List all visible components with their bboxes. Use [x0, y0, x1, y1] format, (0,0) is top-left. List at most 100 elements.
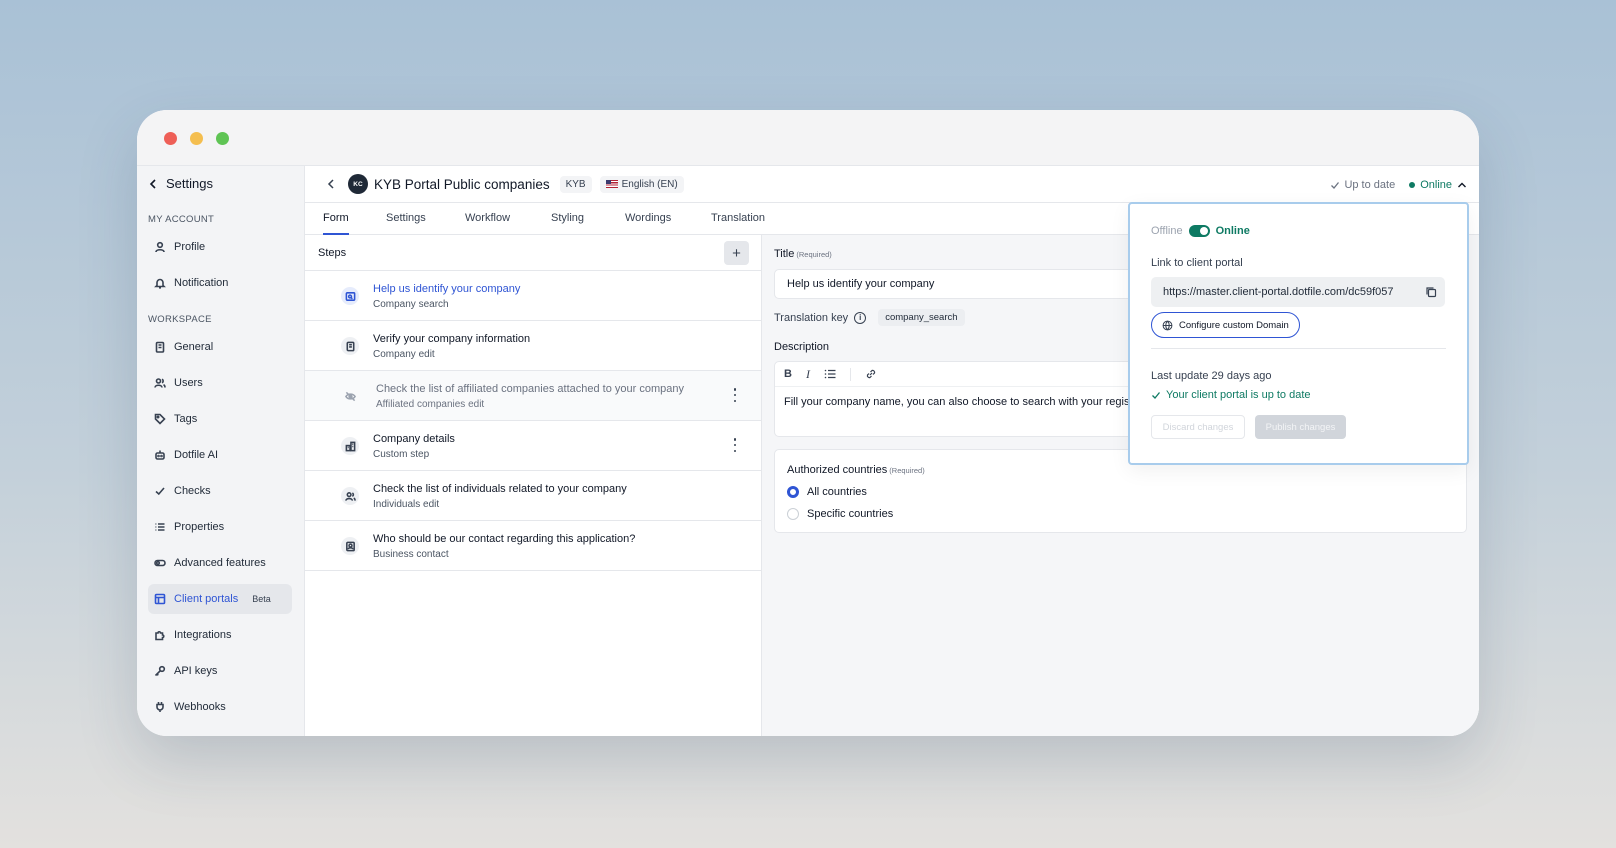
- sidebar-item-label: Webhooks: [174, 701, 226, 713]
- tab-form[interactable]: Form: [323, 203, 349, 235]
- sidebar-item-label: Profile: [174, 241, 206, 253]
- sidebar-item-client-portals[interactable]: Client portals Beta: [148, 584, 292, 614]
- sidebar-item-label: API keys: [174, 665, 218, 677]
- settings-back-link[interactable]: Settings: [149, 176, 213, 191]
- users-icon: [154, 378, 166, 388]
- section-workspace: WORKSPACE: [148, 314, 212, 325]
- language-label: English (EN): [621, 178, 678, 190]
- puzzle-icon: [155, 631, 165, 641]
- configure-custom-domain-button[interactable]: Configure custom Domain: [1151, 312, 1300, 338]
- sidebar-item-integrations[interactable]: Integrations: [148, 620, 292, 650]
- link-icon[interactable]: [865, 368, 877, 380]
- sidebar-item-profile[interactable]: Profile: [148, 232, 292, 262]
- info-icon[interactable]: i: [854, 311, 867, 324]
- description-label: Description: [774, 341, 830, 353]
- portal-link-label: Link to client portal: [1151, 257, 1243, 269]
- close-window-button[interactable]: [164, 132, 177, 145]
- sidebar-item-tags[interactable]: Tags: [148, 404, 292, 434]
- sidebar-item-dotfile-ai[interactable]: Dotfile AI: [148, 440, 292, 470]
- toggle-icon: [154, 559, 166, 567]
- discard-changes-button[interactable]: Discard changes: [1151, 415, 1245, 439]
- list-icon: [155, 523, 165, 531]
- sidebar-item-label: General: [174, 341, 214, 353]
- layout-icon: [154, 593, 166, 605]
- step-title: Who should be our contact regarding this…: [373, 533, 636, 545]
- step-business-contact[interactable]: Who should be our contact regarding this…: [305, 521, 761, 571]
- sync-status: Up to date: [1330, 179, 1395, 191]
- tab-translation[interactable]: Translation: [711, 203, 765, 235]
- back-arrow-icon[interactable]: [327, 179, 336, 189]
- bold-button[interactable]: B: [784, 368, 792, 380]
- minimize-window-button[interactable]: [190, 132, 203, 145]
- status-dot: [1409, 181, 1416, 188]
- contact-icon: [341, 537, 359, 555]
- add-step-button[interactable]: +: [724, 241, 749, 265]
- step-title: Check the list of individuals related to…: [373, 483, 627, 495]
- steps-header: Steps +: [305, 235, 761, 271]
- globe-icon: [1162, 320, 1173, 330]
- step-affiliated-companies-edit[interactable]: Check the list of affiliated companies a…: [305, 371, 761, 421]
- sidebar-item-webhooks[interactable]: Webhooks: [148, 692, 292, 722]
- sidebar-item-advanced-features[interactable]: Advanced features: [148, 548, 292, 578]
- portal-avatar: KC: [348, 174, 368, 194]
- publish-changes-button[interactable]: Publish changes: [1255, 415, 1346, 439]
- sidebar-item-label: Tags: [174, 413, 198, 425]
- radio-all-countries[interactable]: All countries: [787, 486, 867, 498]
- step-custom-step[interactable]: Company details Custom step: [305, 421, 761, 471]
- online-toggle-row: Offline Online: [1151, 225, 1250, 237]
- sidebar-item-notification[interactable]: Notification: [148, 268, 292, 298]
- toolbar-divider: [849, 367, 851, 381]
- maximize-window-button[interactable]: [216, 132, 229, 145]
- tab-wordings[interactable]: Wordings: [625, 203, 671, 235]
- sidebar-item-general[interactable]: General: [148, 332, 292, 362]
- building-icon: [155, 341, 165, 353]
- step-title: Help us identify your company: [373, 283, 521, 295]
- translation-key-badge: company_search: [878, 309, 965, 326]
- sidebar-item-label: Dotfile AI: [174, 449, 219, 461]
- page-title: KYB Portal Public companies: [374, 176, 550, 192]
- copy-icon[interactable]: [1425, 286, 1437, 298]
- sidebar-item-properties[interactable]: Properties: [148, 512, 292, 542]
- eye-off-icon: [341, 387, 359, 405]
- us-flag-icon: [605, 180, 618, 188]
- step-company-search[interactable]: Help us identify your company Company se…: [305, 271, 761, 321]
- radio-selected-icon: [787, 486, 799, 498]
- title-bar: [137, 110, 1479, 166]
- italic-button[interactable]: I: [806, 367, 810, 382]
- step-company-edit[interactable]: Verify your company information Company …: [305, 321, 761, 371]
- step-individuals-edit[interactable]: Check the list of individuals related to…: [305, 471, 761, 521]
- language-selector[interactable]: English (EN): [599, 175, 684, 193]
- sidebar-item-checks[interactable]: Checks: [148, 476, 292, 506]
- online-status-dropdown[interactable]: Online: [1409, 179, 1467, 191]
- chevron-up-icon: [1458, 182, 1466, 187]
- countries-label: Authorized countries (Required): [787, 464, 925, 476]
- sidebar-item-label: Client portals: [174, 593, 239, 605]
- sidebar-item-users[interactable]: Users: [148, 368, 292, 398]
- tag-icon: [154, 413, 166, 425]
- step-menu-kebab-icon[interactable]: [729, 438, 741, 452]
- translation-key-row: Translation key i company_search: [774, 309, 965, 326]
- building-icon: [341, 337, 359, 355]
- step-subtitle: Company search: [373, 299, 449, 310]
- plug-icon: [156, 702, 164, 712]
- online-toggle[interactable]: [1188, 225, 1210, 237]
- portal-status: Up to date Online: [1330, 166, 1467, 203]
- check-icon: [1331, 181, 1340, 189]
- tab-styling[interactable]: Styling: [551, 203, 584, 235]
- bell-icon: [154, 278, 166, 289]
- sidebar-item-label: Properties: [174, 521, 225, 533]
- company-search-icon: [341, 287, 359, 305]
- sidebar-item-api-keys[interactable]: API keys: [148, 656, 292, 686]
- portal-url-field[interactable]: https://master.client-portal.dotfile.com…: [1151, 277, 1445, 307]
- custom-step-icon: [341, 437, 359, 455]
- radio-unselected-icon: [787, 508, 799, 520]
- tab-settings[interactable]: Settings: [386, 203, 426, 235]
- step-menu-kebab-icon[interactable]: [729, 388, 741, 402]
- radio-specific-countries[interactable]: Specific countries: [787, 508, 893, 520]
- offline-label: Offline: [1151, 225, 1183, 237]
- step-subtitle: Business contact: [373, 549, 449, 560]
- sidebar-item-label: Notification: [174, 277, 229, 289]
- step-subtitle: Company edit: [373, 349, 435, 360]
- tab-workflow[interactable]: Workflow: [465, 203, 510, 235]
- bullet-list-icon[interactable]: [824, 369, 836, 379]
